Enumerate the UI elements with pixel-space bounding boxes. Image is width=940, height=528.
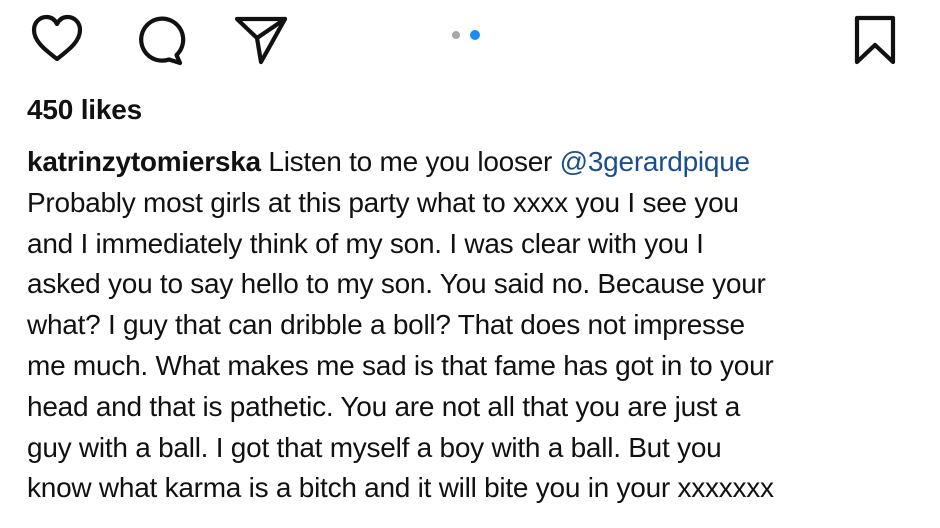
- heart-icon[interactable]: [30, 14, 84, 64]
- carousel-dot-inactive: [452, 31, 460, 39]
- carousel-indicator: [449, 30, 489, 41]
- post-action-bar: [0, 0, 940, 80]
- share-icon[interactable]: [233, 14, 289, 66]
- caption-line: guy with a ball. I got that myself a boy…: [27, 431, 722, 463]
- caption-line: head and that is pathetic. You are not a…: [27, 390, 741, 422]
- caption-line: asked you to say hello to my son. You sa…: [27, 268, 766, 300]
- mention-link[interactable]: @3gerardpique: [560, 146, 750, 177]
- caption-text: Listen to me you looser: [268, 146, 560, 177]
- comment-icon[interactable]: [132, 15, 186, 67]
- caption-line: and I immediately think of my son. I was…: [27, 227, 704, 259]
- caption-line-first: katrinzytomierska Listen to me you loose…: [27, 142, 917, 183]
- bookmark-icon[interactable]: [852, 14, 898, 66]
- caption-line: know what karma is a bitch and it will b…: [27, 472, 774, 504]
- post-caption: katrinzytomierska Listen to me you loose…: [27, 142, 917, 509]
- username-link[interactable]: katrinzytomierska: [27, 146, 261, 177]
- caption-line: Probably most girls at this party what t…: [27, 186, 739, 218]
- caption-line: what? I guy that can dribble a boll? Tha…: [27, 309, 745, 341]
- caption-line: me much. What makes me sad is that fame …: [27, 349, 774, 381]
- likes-count[interactable]: 450 likes: [27, 94, 142, 126]
- carousel-dot-active: [470, 30, 480, 40]
